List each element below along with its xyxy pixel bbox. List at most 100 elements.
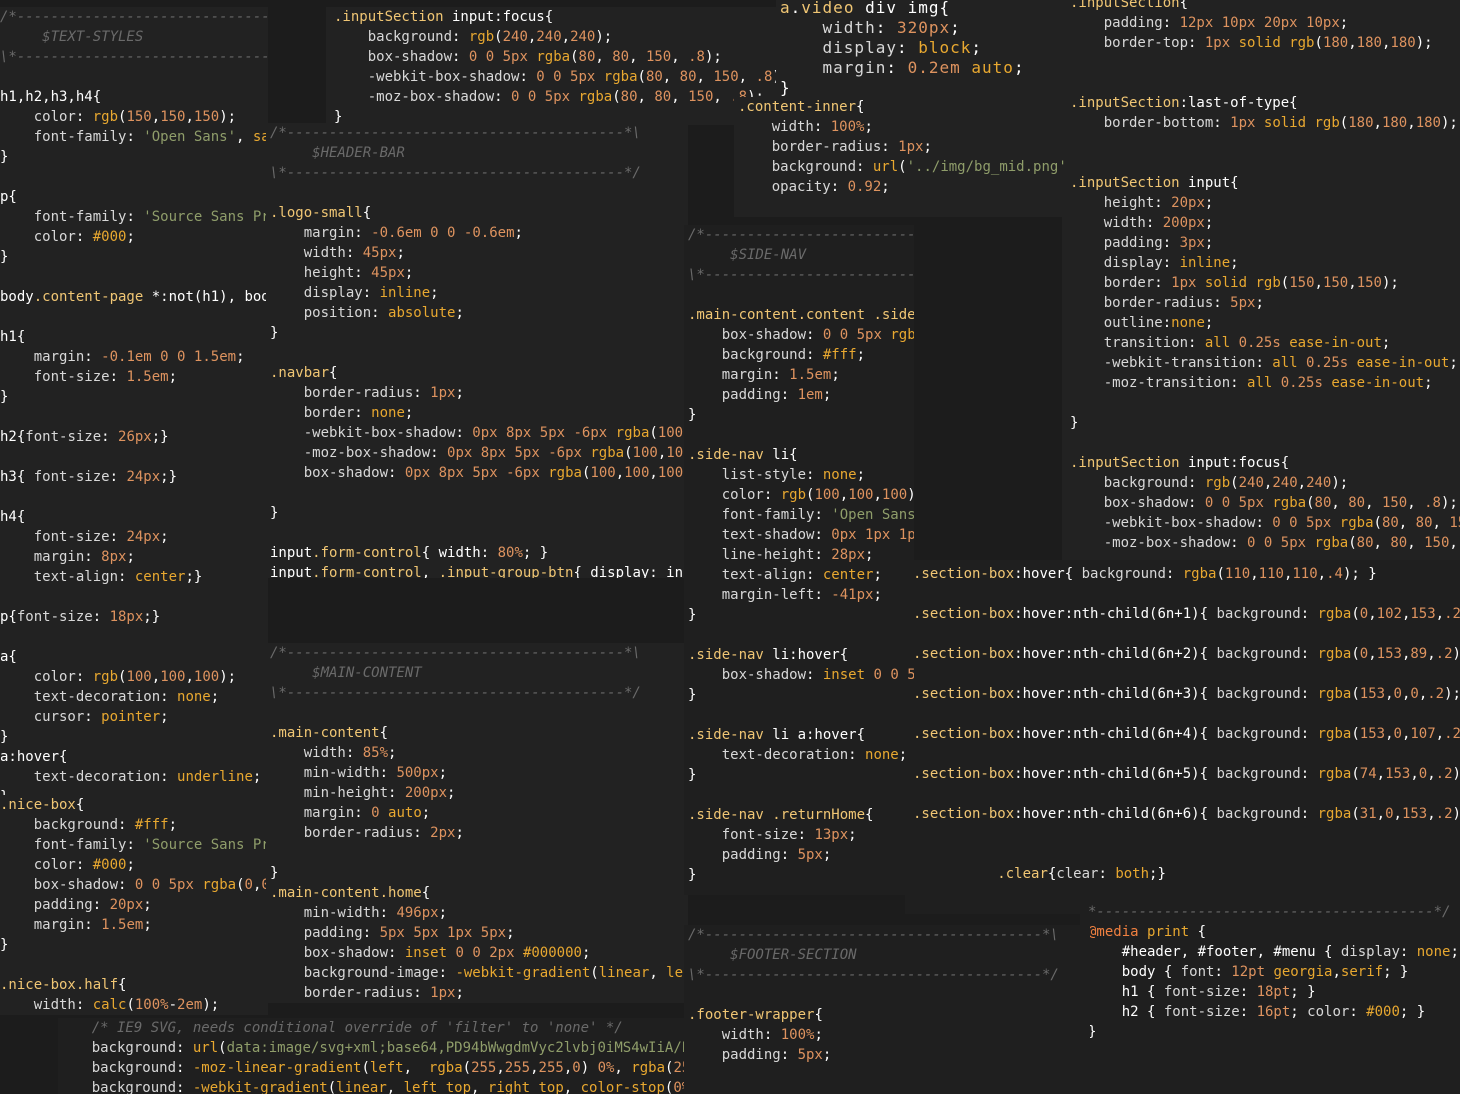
code-token: @media [1088,924,1139,940]
code-token: 5px [502,49,528,65]
code-token: , [1385,686,1394,702]
code-token: /* IE9 SVG, needs conditional override o… [58,1020,623,1036]
code-token: ( [898,159,907,175]
code-line: text-align: center;} [0,567,268,587]
code-token: : [1300,726,1318,742]
code-token: : [1300,806,1318,822]
code-token: .footer-wrapper [688,1007,815,1023]
code-token: ( [327,1080,337,1094]
pane-ie9-svg[interactable]: /* IE9 SVG, needs conditional override o… [58,1018,688,1094]
code-line: color: rgb(100,100,100); [0,667,268,687]
code-token: 5px [539,425,566,441]
code-token: 16pt [1256,1004,1291,1020]
code-token: 240 [1306,475,1332,491]
code-token: 5px [797,847,823,863]
pane-footer[interactable]: /*--------------------------------------… [684,925,1090,1094]
pane-side-nav[interactable]: /*--------------------------------------… [684,225,914,895]
code-token: : [814,587,832,603]
code-token: solid [1238,35,1281,51]
pane-input-focus-top[interactable]: .inputSection input:focus{ background: r… [326,7,784,125]
code-token: : [797,827,815,843]
code-line: } [334,107,784,125]
pane-header-bar[interactable]: /*--------------------------------------… [266,123,688,578]
code-token: box-shadow [270,465,389,481]
pane-video-img[interactable]: a.video div img{ width: 320px; display: … [776,0,1068,98]
pane-media-print[interactable]: *---------------------------------------… [1080,902,1460,1094]
code-token: :hover:nth-child(6n+1){ [1014,606,1217,622]
code-token: 180 [1348,115,1374,131]
code-token: ); [1331,475,1349,491]
code-token: /*--------------------------------------… [688,927,1059,943]
code-token: 0 [1385,806,1394,822]
code-token: 3px [1179,235,1205,251]
code-line: font-family: 'Source Sans Pro', [0,835,268,855]
code-line: } [688,405,914,425]
code-line: border-radius: 1px; [270,983,688,1003]
pane-nice-box[interactable]: .nice-box{ background: #fff; font-family… [0,795,268,1015]
pane-section-box[interactable]: .section-box:hover{ background: rgba(110… [905,560,1460,914]
code-token: \*--------------------------------------… [688,967,1059,983]
code-token: , [563,1060,573,1076]
code-token: 0 [873,667,882,683]
code-token: , [1449,535,1458,551]
code-token: 0.25s [1306,355,1349,371]
code-token: text-decoration [0,769,161,785]
code-token: ; [160,709,169,725]
code-token: 0 [1221,495,1231,511]
code-line: color: rgb(150,150,150); [0,107,268,127]
code-token: , [1317,566,1327,582]
code-token: ; [873,567,882,583]
code-token: , [471,1080,488,1094]
code-token: 5px [379,925,405,941]
code-token: 110 [1258,566,1284,582]
code-token: .nice-box [0,797,76,813]
pane-main-content[interactable]: /*--------------------------------------… [266,643,688,1003]
code-token: , [1368,606,1377,622]
code-line: padding: 5px; [688,845,914,865]
code-token: { [362,205,372,221]
pane-input-section[interactable]: .inputSection{ padding: 12px 10px 20px 1… [1062,0,1460,560]
code-token: .section-box [913,646,1015,662]
code-line: text-decoration: none; [0,687,268,707]
code-token: ( [494,29,503,45]
code-token: #000000 [522,945,582,961]
code-line: margin: -0.6em 0 0 -0.6em; [270,223,688,243]
code-token: 100% [830,119,865,135]
code-token: : [1145,215,1163,231]
code-token: a{ [0,649,17,665]
code-token: : [806,667,823,683]
code-token: 80 [612,49,630,65]
code-line: .section-box:hover:nth-child(6n+2){ back… [913,644,1460,664]
code-token: box-shadow [688,327,807,343]
code-line: font-size: 1.5em; [0,367,268,387]
code-token: , [738,69,756,85]
code-token: { width: [421,545,498,561]
code-token: inline [379,285,431,301]
code-token: , [1332,964,1341,980]
pane-text-styles[interactable]: /*--------------------------------------… [0,7,268,797]
code-token: ( [1351,806,1360,822]
code-token: 150 [1424,535,1450,551]
code-line: /*--------------------------------------… [688,225,914,245]
pane-content-inner[interactable]: .content-inner{ width: 100%; border-radi… [734,97,1068,217]
code-token: .2 [1444,606,1460,622]
code-token: : [806,467,823,483]
code-token: inset [404,945,448,961]
code-token: : [413,825,431,841]
code-token: rgb [1289,35,1315,51]
code-token: 100% [134,997,169,1013]
code-token: , [637,89,655,105]
code-token: 0px [447,445,473,461]
code-token: , [530,1060,539,1076]
code-token: color [0,109,76,125]
code-token: : [84,709,102,725]
code-line: cursor: pointer; [0,707,268,727]
